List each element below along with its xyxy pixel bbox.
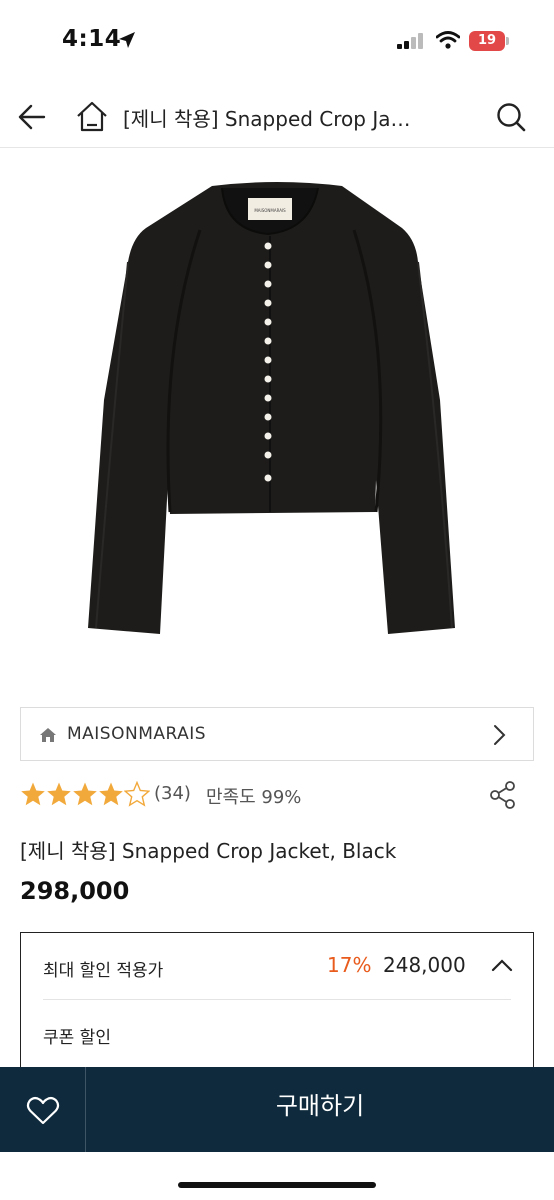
bottom-action-bar: 구매하기 bbox=[0, 1067, 554, 1152]
status-time: 4:14 bbox=[62, 26, 122, 52]
home-button[interactable] bbox=[72, 98, 112, 136]
back-button[interactable] bbox=[14, 98, 54, 136]
brand-home-icon bbox=[39, 727, 57, 747]
back-arrow-icon bbox=[18, 104, 46, 130]
cellular-signal-icon bbox=[397, 33, 425, 53]
star-full-icon bbox=[73, 782, 97, 806]
battery-nub bbox=[506, 37, 509, 45]
wifi-icon bbox=[435, 31, 461, 53]
star-full-icon bbox=[99, 782, 123, 806]
buy-button[interactable]: 구매하기 bbox=[86, 1067, 554, 1152]
star-outline-icon bbox=[124, 781, 150, 807]
rating-row[interactable]: (34) 만족도 99% bbox=[20, 780, 534, 810]
heart-icon bbox=[26, 1096, 60, 1125]
product-image[interactable]: MAISONMARAIS bbox=[0, 150, 554, 690]
home-indicator[interactable] bbox=[178, 1182, 376, 1188]
product-price: 298,000 bbox=[20, 877, 130, 905]
battery-level: 19 bbox=[469, 31, 505, 51]
max-discount-label: 최대 할인 적용가 bbox=[43, 961, 164, 981]
header-title: [제니 착용] Snapped Crop Ja… bbox=[123, 107, 411, 131]
share-icon bbox=[490, 781, 515, 809]
discount-panel: 최대 할인 적용가 17% 248,000 쿠폰 할인 bbox=[20, 932, 534, 1082]
search-button[interactable] bbox=[490, 98, 532, 136]
coupon-discount-label: 쿠폰 할인 bbox=[43, 1028, 111, 1048]
status-bar: 4:14 19 bbox=[0, 0, 554, 80]
star-full-icon bbox=[21, 782, 45, 806]
chevron-right-icon bbox=[491, 723, 507, 751]
jacket-photo: MAISONMARAIS bbox=[88, 182, 455, 634]
review-count[interactable]: (34) bbox=[154, 783, 191, 804]
search-icon bbox=[497, 103, 526, 132]
battery-indicator: 19 bbox=[469, 31, 509, 51]
brand-shop-link[interactable]: MAISONMARAIS bbox=[20, 707, 534, 761]
top-navigation-bar: [제니 착용] Snapped Crop Ja… bbox=[0, 86, 554, 148]
brand-name: MAISONMARAIS bbox=[67, 724, 207, 744]
home-icon bbox=[77, 101, 107, 132]
star-rating bbox=[20, 781, 150, 807]
discounted-price: 248,000 bbox=[383, 953, 466, 977]
jacket-label: MAISONMARAIS bbox=[254, 208, 286, 213]
product-name: [제니 착용] Snapped Crop Jacket, Black bbox=[20, 839, 397, 863]
share-button[interactable] bbox=[488, 780, 518, 810]
discount-rate: 17% bbox=[327, 953, 372, 977]
satisfaction-rate: 만족도 99% bbox=[206, 787, 302, 808]
star-full-icon bbox=[47, 782, 71, 806]
chevron-up-icon[interactable] bbox=[490, 957, 514, 977]
divider bbox=[43, 999, 511, 1000]
home-indicator-area bbox=[0, 1152, 554, 1200]
wishlist-button[interactable] bbox=[0, 1067, 86, 1152]
location-arrow-icon bbox=[118, 31, 136, 53]
